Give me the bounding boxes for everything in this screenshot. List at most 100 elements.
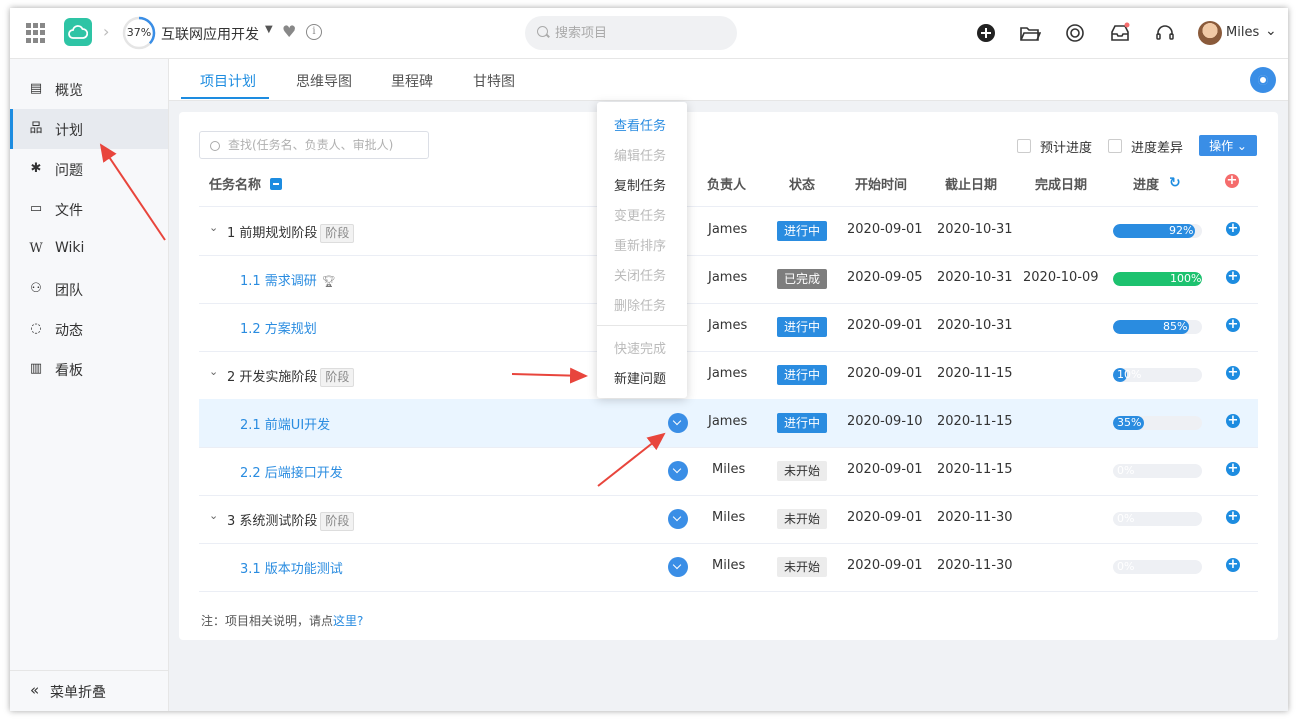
chevron-down-icon[interactable]: ⌄	[1265, 23, 1277, 39]
planned-progress-checkbox[interactable]	[1017, 139, 1031, 153]
lifebuoy-icon[interactable]	[1064, 22, 1086, 44]
table-row[interactable]: 2.1 前端UI开发 James 进行中 2020-09-10 2020-11-15 35…	[199, 399, 1258, 448]
table-row[interactable]: ⌄ 2 开发实施阶段 阶段 James 进行中 2020-09-01 2020-11-15 1…	[199, 351, 1258, 400]
task-name-text[interactable]: 2.2 后端接口开发	[240, 466, 343, 481]
sidebar-item-issues[interactable]: ✱ 问题	[10, 149, 168, 189]
headset-icon[interactable]	[1154, 22, 1176, 44]
chart-icon: ▥	[29, 361, 43, 376]
task-name-text[interactable]: 2.1 前端UI开发	[240, 418, 330, 433]
info-icon[interactable]: i	[306, 24, 322, 40]
task-name-text[interactable]: 3.1 版本功能测试	[240, 562, 343, 577]
menu-item-edit-task[interactable]: 编辑任务	[614, 145, 666, 164]
header-done: 完成日期	[1035, 178, 1088, 193]
app-grid-icon[interactable]	[26, 23, 46, 43]
user-name[interactable]: Miles	[1226, 25, 1259, 40]
menu-item-copy-task[interactable]: 复制任务	[614, 175, 666, 194]
add-subtask-icon[interactable]: +	[1226, 462, 1240, 476]
add-task-icon[interactable]: +	[1225, 174, 1239, 188]
heart-icon[interactable]: ♥	[282, 22, 296, 41]
menu-item-change-task[interactable]: 变更任务	[614, 205, 666, 224]
add-circle-icon[interactable]	[975, 22, 997, 44]
collapse-all-icon[interactable]	[270, 178, 282, 190]
menu-collapse-button[interactable]: « 菜单折叠	[10, 670, 168, 711]
status-badge: 进行中	[777, 365, 828, 385]
table-row[interactable]: 1.2 方案规划 James 进行中 2020-09-01 2020-10-31 85% +	[199, 303, 1258, 352]
expand-caret-icon[interactable]: ⌄	[209, 221, 218, 234]
menu-item-reorder[interactable]: 重新排序	[614, 235, 666, 254]
task-name[interactable]: 1.1 需求调研 🏆︎	[240, 270, 336, 289]
row-dropdown-button[interactable]	[668, 557, 688, 577]
task-start-date: 2020-09-01	[847, 462, 923, 477]
menu-item-delete-task[interactable]: 删除任务	[614, 295, 666, 314]
sidebar-item-board[interactable]: ▥ 看板	[10, 349, 168, 389]
task-name[interactable]: 3.1 版本功能测试	[240, 558, 343, 577]
table-row[interactable]: 1.1 需求调研 🏆︎ James 已完成 2020-09-05 2020-10-31 20…	[199, 255, 1258, 304]
sidebar-item-activity[interactable]: ◌ 动态	[10, 309, 168, 349]
menu-item-view-task[interactable]: 查看任务	[614, 115, 666, 134]
cloud-logo-icon[interactable]	[64, 18, 92, 46]
task-name-text[interactable]: 1.2 方案规划	[240, 322, 317, 337]
folder-open-icon[interactable]	[1019, 22, 1041, 44]
expand-caret-icon[interactable]: ⌄	[209, 365, 218, 378]
add-subtask-icon[interactable]: +	[1226, 270, 1240, 284]
add-subtask-icon[interactable]: +	[1226, 222, 1240, 236]
task-name[interactable]: 2.2 后端接口开发	[240, 462, 343, 481]
chevron-right-icon: ›	[103, 22, 110, 41]
table-row[interactable]: ⌄ 3 系统测试阶段 阶段 Miles 未开始 2020-09-01 2020-11-30 0…	[199, 495, 1258, 544]
project-search-input[interactable]	[525, 16, 737, 50]
task-start-date: 2020-09-01	[847, 558, 923, 573]
add-subtask-icon[interactable]: +	[1226, 558, 1240, 572]
menu-item-quick-complete[interactable]: 快速完成	[614, 338, 666, 357]
task-name[interactable]: 2.1 前端UI开发	[240, 414, 330, 433]
table-row[interactable]: ⌄ 1 前期规划阶段 阶段 James 进行中 2020-09-01 2020-10-31 9…	[199, 207, 1258, 256]
add-subtask-icon[interactable]: +	[1226, 510, 1240, 524]
add-subtask-icon[interactable]: +	[1226, 366, 1240, 380]
row-dropdown-button[interactable]	[668, 509, 688, 529]
sidebar: ▤ 概览 品 计划 ✱ 问题 ▭ 文件 W Wiki ⚇ 团队 ◌ 动态 ▥ 看	[10, 59, 169, 711]
sidebar-item-team[interactable]: ⚇ 团队	[10, 269, 168, 309]
progress-diff-checkbox[interactable]	[1108, 139, 1122, 153]
sidebar-item-plan[interactable]: 品 计划	[10, 109, 168, 149]
tab-mind-map[interactable]: 思维导图	[296, 71, 352, 91]
table-row[interactable]: 3.1 版本功能测试 Miles 未开始 2020-09-01 2020-11-30 0%…	[199, 543, 1258, 592]
status-badge: 进行中	[777, 413, 828, 433]
task-name-text[interactable]: 1.1 需求调研	[240, 274, 317, 289]
task-name[interactable]: 1 前期规划阶段 阶段	[227, 222, 355, 243]
caret-down-icon[interactable]: ▼	[265, 24, 273, 35]
row-dropdown-button[interactable]	[668, 461, 688, 481]
tab-project-plan[interactable]: 项目计划	[200, 71, 256, 91]
task-name[interactable]: 3 系统测试阶段 阶段	[227, 510, 355, 531]
task-name[interactable]: 2 开发实施阶段 阶段	[227, 366, 355, 387]
sidebar-item-files[interactable]: ▭ 文件	[10, 189, 168, 229]
menu-item-new-issue[interactable]: 新建问题	[614, 368, 666, 387]
table-row[interactable]: 2.2 后端接口开发 Miles 未开始 2020-09-01 2020-11-15 0%…	[199, 447, 1258, 496]
task-owner: James	[708, 366, 748, 381]
gear-icon[interactable]	[1250, 67, 1276, 93]
task-name[interactable]: 1.2 方案规划	[240, 318, 317, 337]
header-status: 状态	[789, 178, 816, 193]
note-link[interactable]: 这里?	[333, 614, 363, 628]
tab-milestones[interactable]: 里程碑	[391, 71, 433, 91]
header-progress: 进度	[1133, 178, 1160, 193]
project-title[interactable]: 互联网应用开发	[161, 24, 259, 44]
task-due-date: 2020-10-31	[937, 270, 1013, 285]
operations-button[interactable]: 操作 ⌄	[1199, 135, 1257, 156]
menu-item-close-task[interactable]: 关闭任务	[614, 265, 666, 284]
refresh-icon[interactable]: ↻	[1169, 175, 1181, 191]
progress-bar: 0%	[1113, 464, 1202, 478]
add-subtask-icon[interactable]: +	[1226, 414, 1240, 428]
avatar[interactable]	[1198, 21, 1222, 45]
sidebar-item-overview[interactable]: ▤ 概览	[10, 69, 168, 109]
inbox-icon[interactable]	[1109, 22, 1131, 44]
menu-collapse-label: 菜单折叠	[50, 685, 106, 701]
task-search-input[interactable]	[199, 131, 429, 159]
tab-bar: 项目计划 思维导图 里程碑 甘特图	[169, 59, 1288, 101]
search-icon	[537, 26, 548, 37]
footer-note: 注：项目相关说明，请点这里?	[201, 612, 363, 629]
add-subtask-icon[interactable]: +	[1226, 318, 1240, 332]
expand-caret-icon[interactable]: ⌄	[209, 509, 218, 522]
row-dropdown-button[interactable]	[668, 413, 688, 433]
note-text: 注：项目相关说明，请点	[201, 614, 334, 628]
tab-gantt[interactable]: 甘特图	[473, 71, 515, 91]
sidebar-item-wiki[interactable]: W Wiki	[10, 229, 168, 269]
